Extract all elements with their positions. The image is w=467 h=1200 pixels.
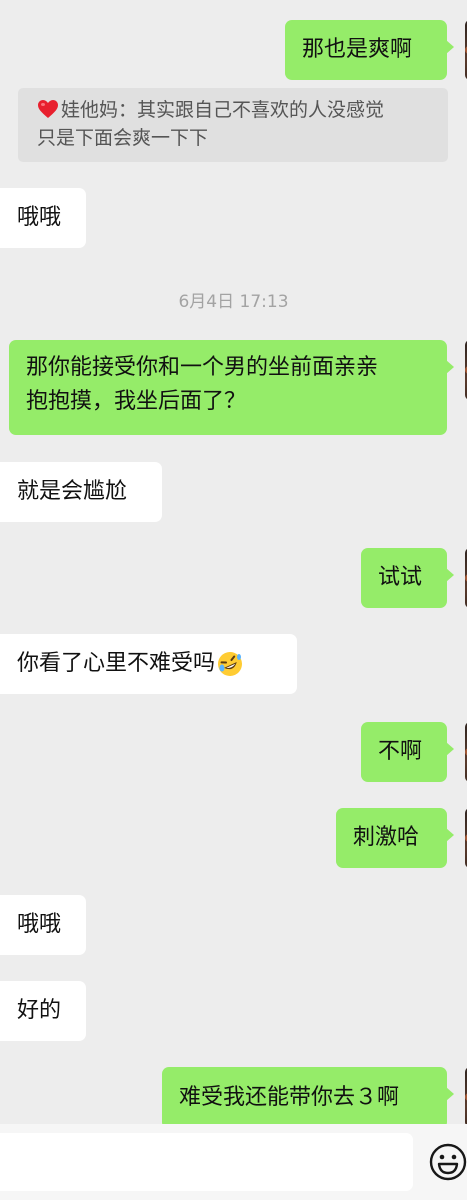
message-text-line-2: 抱抱摸，我坐后面了？ xyxy=(26,389,247,414)
message-bubble-received[interactable]: 哦哦 xyxy=(0,188,86,248)
message-text: 不啊 xyxy=(378,739,423,764)
message-text: 你看了心里不难受吗 xyxy=(17,651,216,676)
message-bubble-sent[interactable]: 试试 xyxy=(361,548,454,608)
quote-text-line-1: 其实跟自己不喜欢的人没感觉 xyxy=(137,99,385,121)
smiley-face-icon xyxy=(429,1143,467,1181)
quoted-message[interactable]: 娃他妈：其实跟自己不喜欢的人没感觉 只是下面会爽一下下 xyxy=(18,88,448,162)
message-input[interactable] xyxy=(0,1133,413,1191)
message-text: 哦哦 xyxy=(17,205,62,230)
message-text: 好的 xyxy=(17,998,62,1023)
rofl-emoji-icon xyxy=(217,651,243,677)
input-bar xyxy=(0,1124,467,1200)
message-text-line-1: 那你能接受你和一个男的坐前面亲亲 xyxy=(26,355,379,380)
message-bubble-sent[interactable]: 那也是爽啊 xyxy=(285,20,454,80)
message-bubble-received[interactable]: 哦哦 xyxy=(0,895,86,955)
chat-area[interactable]: 那也是爽啊 娃他妈：其实跟自己不喜欢的人没感觉 只是下面会爽一下下 哦哦 6月4… xyxy=(0,0,467,1124)
message-bubble-sent[interactable]: 刺激哈 xyxy=(336,808,454,868)
message-bubble-received[interactable]: 好的 xyxy=(0,981,86,1041)
message-text: 就是会尴尬 xyxy=(17,479,128,504)
quote-text-line-2: 只是下面会爽一下下 xyxy=(37,127,209,149)
heart-icon xyxy=(37,99,59,119)
message-text: 试试 xyxy=(378,565,423,590)
message-bubble-sent[interactable]: 难受我还能带你去３啊 xyxy=(162,1067,454,1124)
emoji-button[interactable] xyxy=(428,1142,467,1182)
message-bubble-sent[interactable]: 不啊 xyxy=(361,722,454,782)
message-bubble-received[interactable]: 就是会尴尬 xyxy=(0,462,162,522)
message-bubble-received[interactable]: 你看了心里不难受吗 xyxy=(0,634,297,694)
message-text: 哦哦 xyxy=(17,912,62,937)
quote-sender: 娃他妈： xyxy=(61,99,138,121)
message-bubble-sent[interactable]: 那你能接受你和一个男的坐前面亲亲 抱抱摸，我坐后面了？ xyxy=(9,340,454,435)
message-text: 刺激哈 xyxy=(353,825,420,850)
message-text: 那也是爽啊 xyxy=(302,37,413,62)
timestamp: 6月4日 17:13 xyxy=(178,292,289,312)
quote-line-1: 娃他妈：其实跟自己不喜欢的人没感觉 xyxy=(37,96,429,124)
message-text: 难受我还能带你去３啊 xyxy=(179,1085,400,1110)
